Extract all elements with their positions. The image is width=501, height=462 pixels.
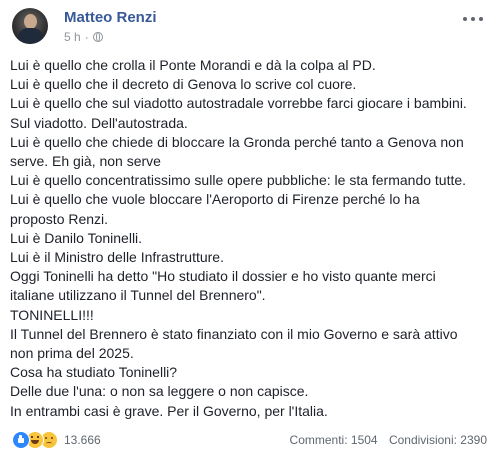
- post-line: Lui è il Ministro delle Infrastrutture.: [10, 249, 224, 266]
- post-line: Lui è quello che vuole bloccare l'Aeropo…: [10, 191, 420, 208]
- post-line: Delle due l'una: o non sa leggere o non …: [10, 383, 309, 400]
- post-text: Lui è quello che crolla il Ponte Morandi…: [10, 56, 495, 421]
- post-header: Matteo Renzi 5 h ·: [10, 6, 491, 46]
- post-line: TONINELLI!!!: [10, 306, 94, 323]
- post-line: Lui è quello che crolla il Ponte Morandi…: [10, 57, 376, 73]
- like-reaction-icon: [12, 431, 30, 449]
- post-line: In entrambi casi è grave. Per il Governo…: [10, 402, 328, 419]
- post-line: Lui è quello che sul viadotto autostrada…: [10, 95, 467, 112]
- post-line: Il Tunnel del Brennero è stato finanziat…: [10, 325, 458, 342]
- post-line: non prima del 2025.: [10, 345, 134, 362]
- post-footer: 13.666 Commenti: 1504 Condivisioni: 2390: [10, 428, 491, 452]
- post-stats: Commenti: 1504 Condivisioni: 2390: [290, 433, 487, 447]
- post-line: Cosa ha studiato Toninelli?: [10, 364, 178, 381]
- more-icon-dot: [479, 17, 483, 21]
- reactions-summary[interactable]: 13.666: [12, 431, 101, 449]
- avatar[interactable]: [12, 8, 48, 44]
- post-time[interactable]: 5 h: [64, 30, 81, 44]
- post-meta: 5 h ·: [64, 30, 103, 44]
- post-line: Lui è Danilo Toninelli.: [10, 229, 143, 246]
- post-line: Oggi Toninelli ha detto "Ho studiato il …: [10, 268, 436, 285]
- post-line: Sul viadotto. Dell'autostrada.: [10, 114, 188, 131]
- more-icon-dot: [471, 17, 475, 21]
- more-icon[interactable]: [463, 12, 483, 26]
- more-icon-dot: [463, 17, 467, 21]
- post-line: serve. Eh già, non serve: [10, 153, 161, 170]
- shares-count[interactable]: Condivisioni: 2390: [389, 433, 487, 447]
- meta-separator: ·: [84, 30, 89, 44]
- author-name[interactable]: Matteo Renzi: [64, 9, 157, 26]
- avatar-body: [18, 28, 43, 44]
- post-line: italiane utilizzano il Tunnel del Brenne…: [10, 287, 266, 304]
- post-line: Lui è quello che chiede di bloccare la G…: [10, 133, 464, 150]
- post-line: Lui è quello che il decreto di Genova lo…: [10, 76, 357, 93]
- avatar-face: [24, 14, 37, 29]
- globe-icon[interactable]: [92, 32, 103, 42]
- post-line: Lui è quello concentratissimo sulle oper…: [10, 172, 467, 189]
- post-line: proposto Renzi.: [10, 210, 109, 227]
- comments-count[interactable]: Commenti: 1504: [290, 433, 378, 447]
- reaction-count[interactable]: 13.666: [64, 433, 101, 447]
